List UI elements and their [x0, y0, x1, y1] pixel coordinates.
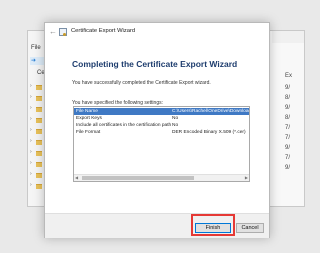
finish-highlight-box [191, 214, 235, 236]
details-cell: 8/ [285, 95, 291, 101]
setting-value: No [172, 123, 179, 128]
cancel-button[interactable]: Cancel [236, 223, 264, 233]
folder-icon [36, 96, 42, 101]
dialog-footer: Finish Cancel [45, 213, 269, 238]
folder-icon [36, 118, 42, 123]
details-cell: 9/ [285, 85, 291, 91]
folder-icon [36, 184, 42, 189]
folder-icon [36, 85, 42, 90]
horizontal-scrollbar[interactable]: ◀ ▶ [74, 174, 249, 181]
dialog-titlebar: ← Certificate Export Wizard [45, 23, 269, 41]
settings-row-file-format[interactable]: File Format DER Encoded Binary X.509 (*.… [74, 129, 249, 136]
folder-icon [36, 140, 42, 145]
settings-row-export-keys[interactable]: Export Keys No [74, 115, 249, 122]
page-heading: Completing the Certificate Export Wizard [72, 59, 238, 69]
setting-key: File Format [76, 130, 101, 135]
explorer-details-column: Ex 9/ 8/ 9/ 8/ 7/ 7/ 9/ 7/ 9/ [272, 31, 304, 206]
settings-row-include-all-certificates[interactable]: Include all certificates in the certific… [74, 122, 249, 129]
back-arrow-icon[interactable]: ← [49, 27, 57, 37]
file-menu[interactable]: File [31, 45, 41, 51]
chevron-right-icon[interactable]: › [30, 138, 32, 144]
certificate-export-wizard-dialog: ← Certificate Export Wizard Completing t… [44, 22, 270, 238]
scroll-left-icon[interactable]: ◀ [75, 175, 78, 181]
details-cell: 9/ [285, 165, 291, 171]
chevron-right-icon[interactable]: › [30, 182, 32, 188]
details-cell: 9/ [285, 145, 291, 151]
folder-icon [36, 151, 42, 156]
chevron-right-icon[interactable]: › [30, 149, 32, 155]
setting-value: C:\Users\Rachel\OneDrive\Downloads\ [172, 109, 249, 114]
folder-icon [36, 129, 42, 134]
details-cell: 7/ [285, 135, 291, 141]
scroll-right-icon[interactable]: ▶ [245, 175, 248, 181]
details-cell: 7/ [285, 155, 291, 161]
chevron-right-icon[interactable]: › [30, 127, 32, 133]
chevron-right-icon[interactable]: › [30, 160, 32, 166]
details-cell: Ex [285, 73, 293, 79]
setting-key: File Name [76, 109, 98, 114]
setting-key: Export Keys [76, 116, 102, 121]
chevron-right-icon[interactable]: › [30, 83, 32, 89]
folder-icon [36, 162, 42, 167]
folder-icon [36, 173, 42, 178]
folder-icon [36, 107, 42, 112]
chevron-right-icon[interactable]: › [30, 116, 32, 122]
scrollbar-thumb[interactable] [82, 176, 194, 180]
details-cell: 7/ [285, 125, 291, 131]
chevron-right-icon[interactable]: › [30, 171, 32, 177]
dialog-title: Certificate Export Wizard [71, 28, 136, 34]
completion-message: You have successfully completed the Cert… [72, 80, 211, 86]
details-cell: 8/ [285, 115, 291, 121]
setting-key: Include all certificates in the certific… [76, 123, 172, 128]
setting-value: No [172, 116, 179, 121]
chevron-right-icon[interactable]: › [30, 94, 32, 100]
chevron-right-icon[interactable]: › [30, 105, 32, 111]
details-cell: 9/ [285, 105, 291, 111]
back-arrow-icon[interactable]: ➜ [31, 57, 36, 65]
explorer-titlebar-fragment [272, 31, 304, 43]
settings-row-file-name[interactable]: File Name C:\Users\Rachel\OneDrive\Downl… [74, 108, 249, 115]
settings-list[interactable]: File Name C:\Users\Rachel\OneDrive\Downl… [73, 106, 250, 182]
certificate-icon [59, 28, 67, 36]
setting-value: DER Encoded Binary X.509 (*.cer) [172, 130, 246, 135]
